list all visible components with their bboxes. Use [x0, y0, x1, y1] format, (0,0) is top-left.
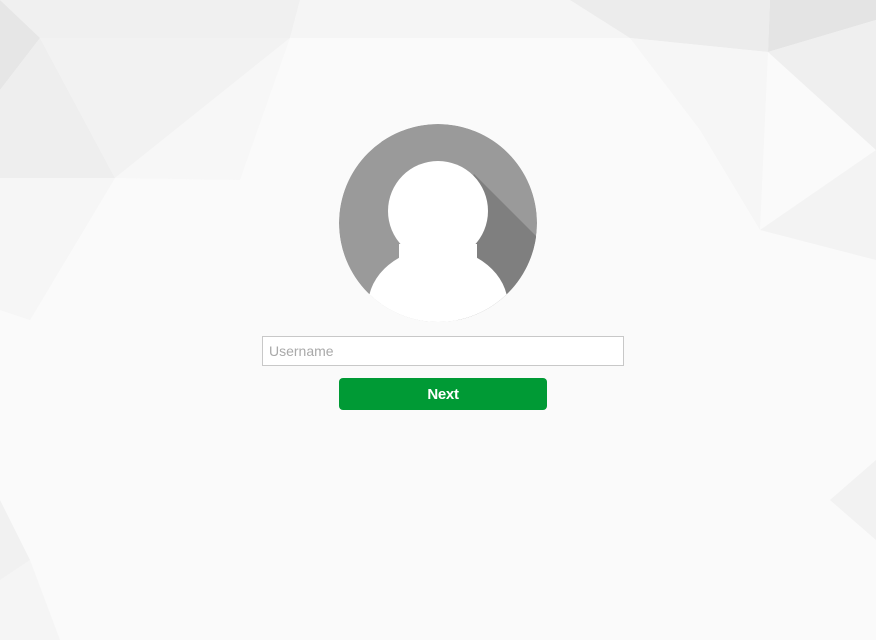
next-button[interactable]: Next [339, 378, 547, 410]
user-avatar-icon [339, 124, 537, 322]
login-page: Next [0, 0, 876, 640]
username-input[interactable] [262, 336, 624, 366]
